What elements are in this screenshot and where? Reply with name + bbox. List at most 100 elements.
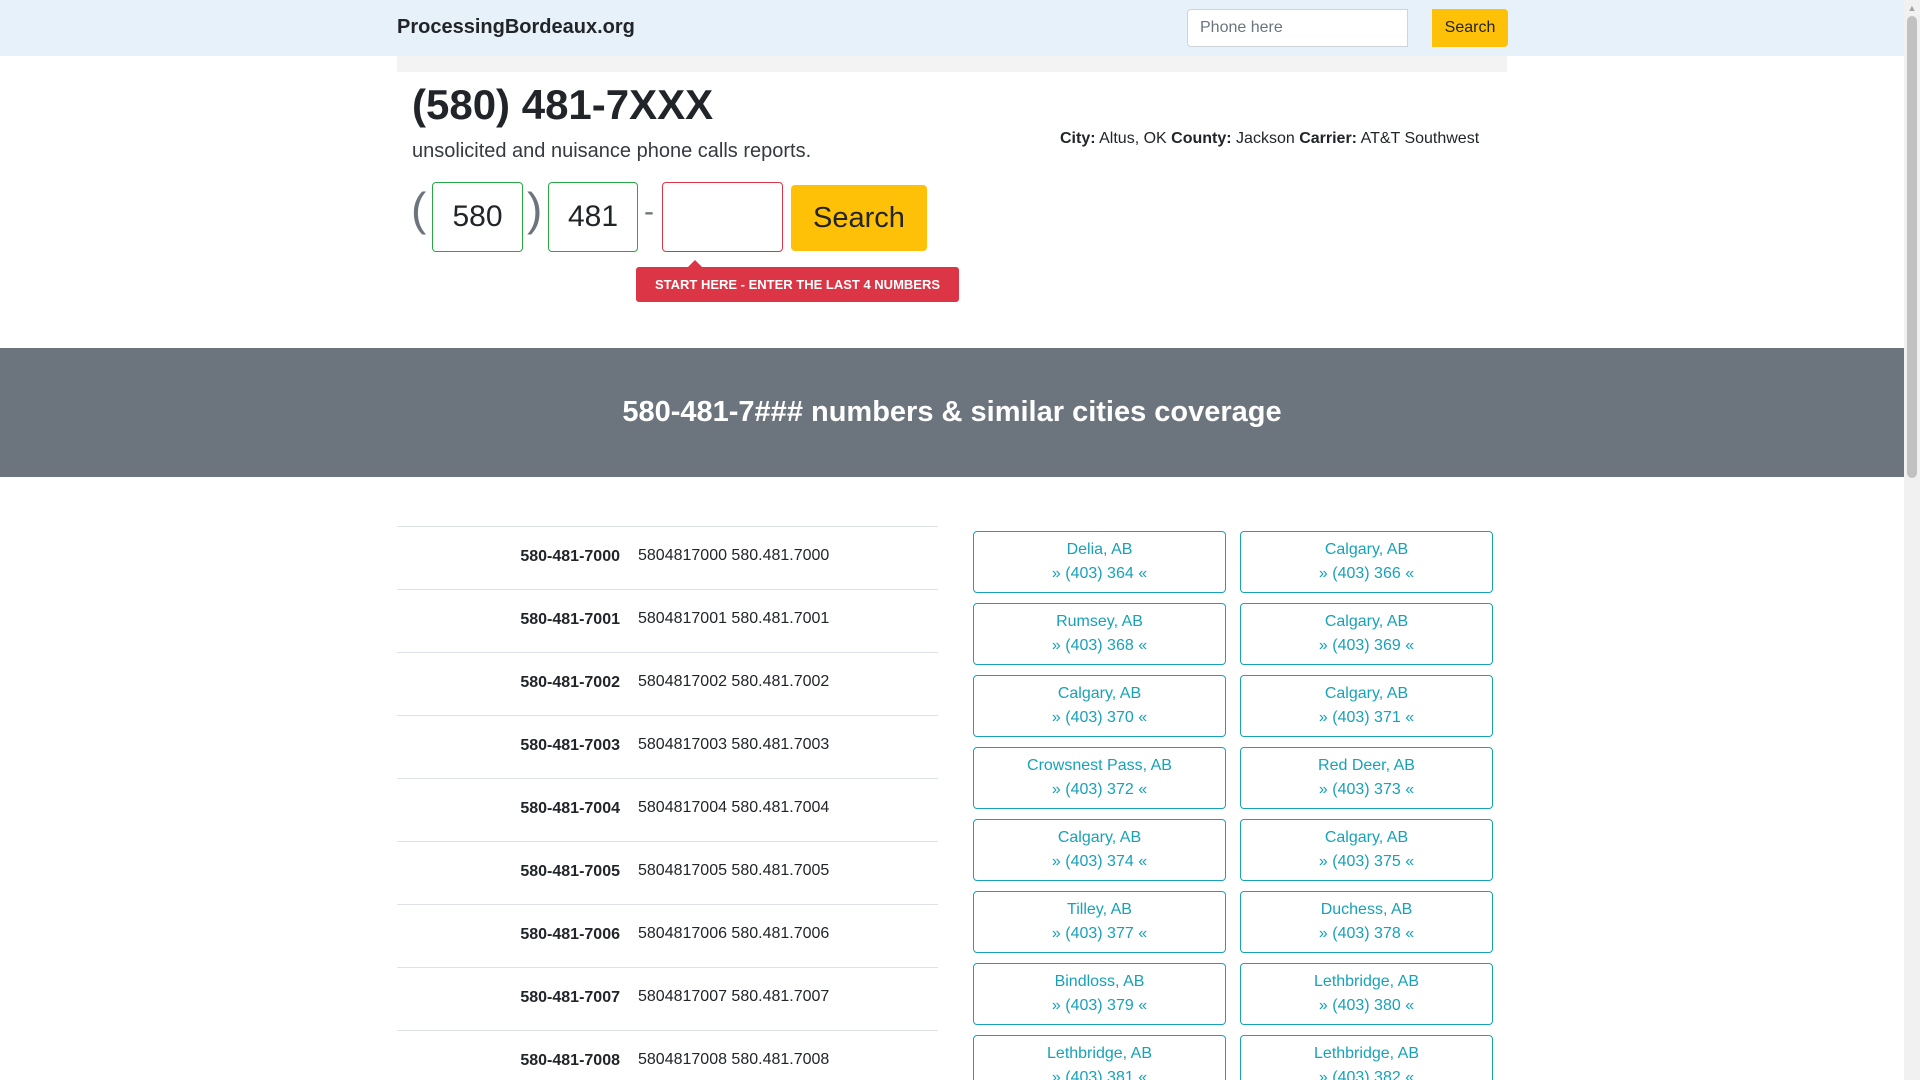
nav-phone-search-input[interactable]	[1187, 9, 1408, 47]
city-code: » (403) 366 «	[1318, 565, 1415, 582]
number-formatted[interactable]: 580-481-7007	[520, 989, 620, 1007]
city-label: City:	[1060, 130, 1096, 147]
list-item[interactable]: 580-481-7002 5804817002 580.481.7002	[397, 652, 938, 715]
city-link-card[interactable]: Calgary, AB » (403) 369 «	[1240, 603, 1493, 665]
city-link-card[interactable]: Calgary, AB » (403) 370 «	[973, 675, 1226, 737]
city-name: Calgary, AB	[1324, 829, 1409, 846]
city-code: » (403) 364 «	[1051, 565, 1148, 582]
city-link-card[interactable]: Calgary, AB » (403) 366 «	[1240, 531, 1493, 593]
city-link-card[interactable]: Calgary, AB » (403) 375 «	[1240, 819, 1493, 881]
city-name: Calgary, AB	[1057, 829, 1142, 846]
city-name: Lethbridge, AB	[1314, 973, 1419, 990]
city-code: » (403) 373 «	[1318, 781, 1415, 798]
coverage-banner: 580-481-7### numbers & similar cities co…	[0, 348, 1904, 477]
city-code: » (403) 374 «	[1051, 853, 1148, 870]
city-link-card[interactable]: Red Deer, AB » (403) 373 «	[1240, 747, 1493, 809]
list-item[interactable]: 580-481-7003 5804817003 580.481.7003	[397, 715, 938, 778]
city-link-card[interactable]: Lethbridge, AB » (403) 382 «	[1240, 1035, 1493, 1080]
number-formatted[interactable]: 580-481-7008	[520, 1052, 620, 1070]
list-item[interactable]: 580-481-7007 5804817007 580.481.7007	[397, 967, 938, 1030]
county-value: Jackson	[1236, 130, 1295, 147]
carrier-label: Carrier:	[1299, 130, 1358, 147]
city-link-card[interactable]: Calgary, AB » (403) 374 «	[973, 819, 1226, 881]
city-code: » (403) 379 «	[1051, 997, 1148, 1014]
number-variants: 5804817007 580.481.7007	[638, 988, 830, 1005]
number-list: 580-481-7000 5804817000 580.481.7000 580…	[397, 526, 938, 1080]
close-paren: )	[527, 183, 543, 235]
list-item[interactable]: 580-481-7005 5804817005 580.481.7005	[397, 841, 938, 904]
brand-link[interactable]: ProcessingBordeaux.org	[397, 16, 635, 39]
number-formatted[interactable]: 580-481-7001	[520, 611, 620, 629]
list-item[interactable]: 580-481-7001 5804817001 580.481.7001	[397, 589, 938, 652]
city-name: Delia, AB	[1066, 541, 1133, 558]
number-variants: 5804817003 580.481.7003	[638, 736, 830, 753]
city-code: » (403) 371 «	[1318, 709, 1415, 726]
number-formatted[interactable]: 580-481-7002	[520, 674, 620, 692]
city-name: Duchess, AB	[1320, 901, 1413, 918]
nav-search-button[interactable]: Search	[1432, 9, 1508, 47]
prefix-input[interactable]: 481	[548, 182, 638, 252]
list-item[interactable]: 580-481-7004 5804817004 580.481.7004	[397, 778, 938, 841]
list-item[interactable]: 580-481-7006 5804817006 580.481.7006	[397, 904, 938, 967]
city-link-card[interactable]: Delia, AB » (403) 364 «	[973, 531, 1226, 593]
number-formatted[interactable]: 580-481-7005	[520, 863, 620, 881]
city-code: » (403) 375 «	[1318, 853, 1415, 870]
list-item[interactable]: 580-481-7008 5804817008 580.481.7008	[397, 1030, 938, 1080]
number-variants: 5804817000 580.481.7000	[638, 547, 830, 564]
number-search-button[interactable]: Search	[791, 185, 927, 251]
city-code: » (403) 381 «	[1051, 1069, 1148, 1080]
start-here-tip: START HERE - ENTER THE LAST 4 NUMBERS	[636, 267, 959, 302]
city-name: Bindloss, AB	[1054, 973, 1145, 990]
city-code: » (403) 370 «	[1051, 709, 1148, 726]
city-link-card[interactable]: Lethbridge, AB » (403) 381 «	[973, 1035, 1226, 1080]
city-code: » (403) 382 «	[1318, 1069, 1415, 1080]
number-formatted[interactable]: 580-481-7000	[520, 548, 620, 566]
number-variants: 5804817001 580.481.7001	[638, 610, 830, 627]
city-name: Crowsnest Pass, AB	[1027, 757, 1172, 774]
city-name: Lethbridge, AB	[1314, 1045, 1419, 1062]
location-meta: City: Altus, OK County: Jackson Carrier:…	[1060, 130, 1479, 148]
last-four-input[interactable]	[662, 182, 783, 252]
scrollbar-thumb[interactable]	[1907, 16, 1917, 478]
page-subtitle: unsolicited and nuisance phone calls rep…	[412, 140, 812, 162]
city-link-card[interactable]: Calgary, AB » (403) 371 «	[1240, 675, 1493, 737]
carrier-value: AT&T Southwest	[1360, 130, 1480, 147]
hero-section: (580) 481-7XXX unsolicited and nuisance …	[397, 56, 1507, 348]
number-formatted[interactable]: 580-481-7004	[520, 800, 620, 818]
city-name: Calgary, AB	[1324, 613, 1409, 630]
dash-separator: -	[644, 195, 654, 228]
city-link-card[interactable]: Bindloss, AB » (403) 379 «	[973, 963, 1226, 1025]
city-code: » (403) 372 «	[1051, 781, 1148, 798]
hero-top-strip	[397, 56, 1507, 72]
page-title: (580) 481-7XXX	[412, 81, 714, 128]
city-value: Altus, OK	[1099, 130, 1167, 147]
city-link-card[interactable]: Crowsnest Pass, AB » (403) 372 «	[973, 747, 1226, 809]
city-name: Calgary, AB	[1057, 685, 1142, 702]
number-formatted[interactable]: 580-481-7006	[520, 926, 620, 944]
city-name: Tilley, AB	[1067, 901, 1132, 918]
area-code-input[interactable]: 580	[432, 182, 523, 252]
city-code: » (403) 380 «	[1318, 997, 1415, 1014]
number-variants: 5804817005 580.481.7005	[638, 862, 830, 879]
city-link-card[interactable]: Rumsey, AB » (403) 368 «	[973, 603, 1226, 665]
city-name: Rumsey, AB	[1056, 613, 1143, 630]
coverage-title: 580-481-7### numbers & similar cities co…	[622, 396, 1282, 428]
scroll-up-arrow-icon[interactable]: ▲	[1904, 0, 1920, 16]
county-label: County:	[1171, 130, 1232, 147]
city-name: Lethbridge, AB	[1047, 1045, 1152, 1062]
number-formatted[interactable]: 580-481-7003	[520, 737, 620, 755]
city-code: » (403) 368 «	[1051, 637, 1148, 654]
number-variants: 5804817004 580.481.7004	[638, 799, 830, 816]
city-link-card[interactable]: Duchess, AB » (403) 378 «	[1240, 891, 1493, 953]
city-name: Calgary, AB	[1324, 685, 1409, 702]
city-code: » (403) 369 «	[1318, 637, 1415, 654]
number-variants: 5804817006 580.481.7006	[638, 925, 830, 942]
city-name: Calgary, AB	[1324, 541, 1409, 558]
city-code: » (403) 377 «	[1051, 925, 1148, 942]
number-variants: 5804817002 580.481.7002	[638, 673, 830, 690]
number-variants: 5804817008 580.481.7008	[638, 1051, 830, 1068]
city-link-card[interactable]: Lethbridge, AB » (403) 380 «	[1240, 963, 1493, 1025]
open-paren: (	[411, 183, 427, 235]
city-link-card[interactable]: Tilley, AB » (403) 377 «	[973, 891, 1226, 953]
list-item[interactable]: 580-481-7000 5804817000 580.481.7000	[397, 526, 938, 589]
